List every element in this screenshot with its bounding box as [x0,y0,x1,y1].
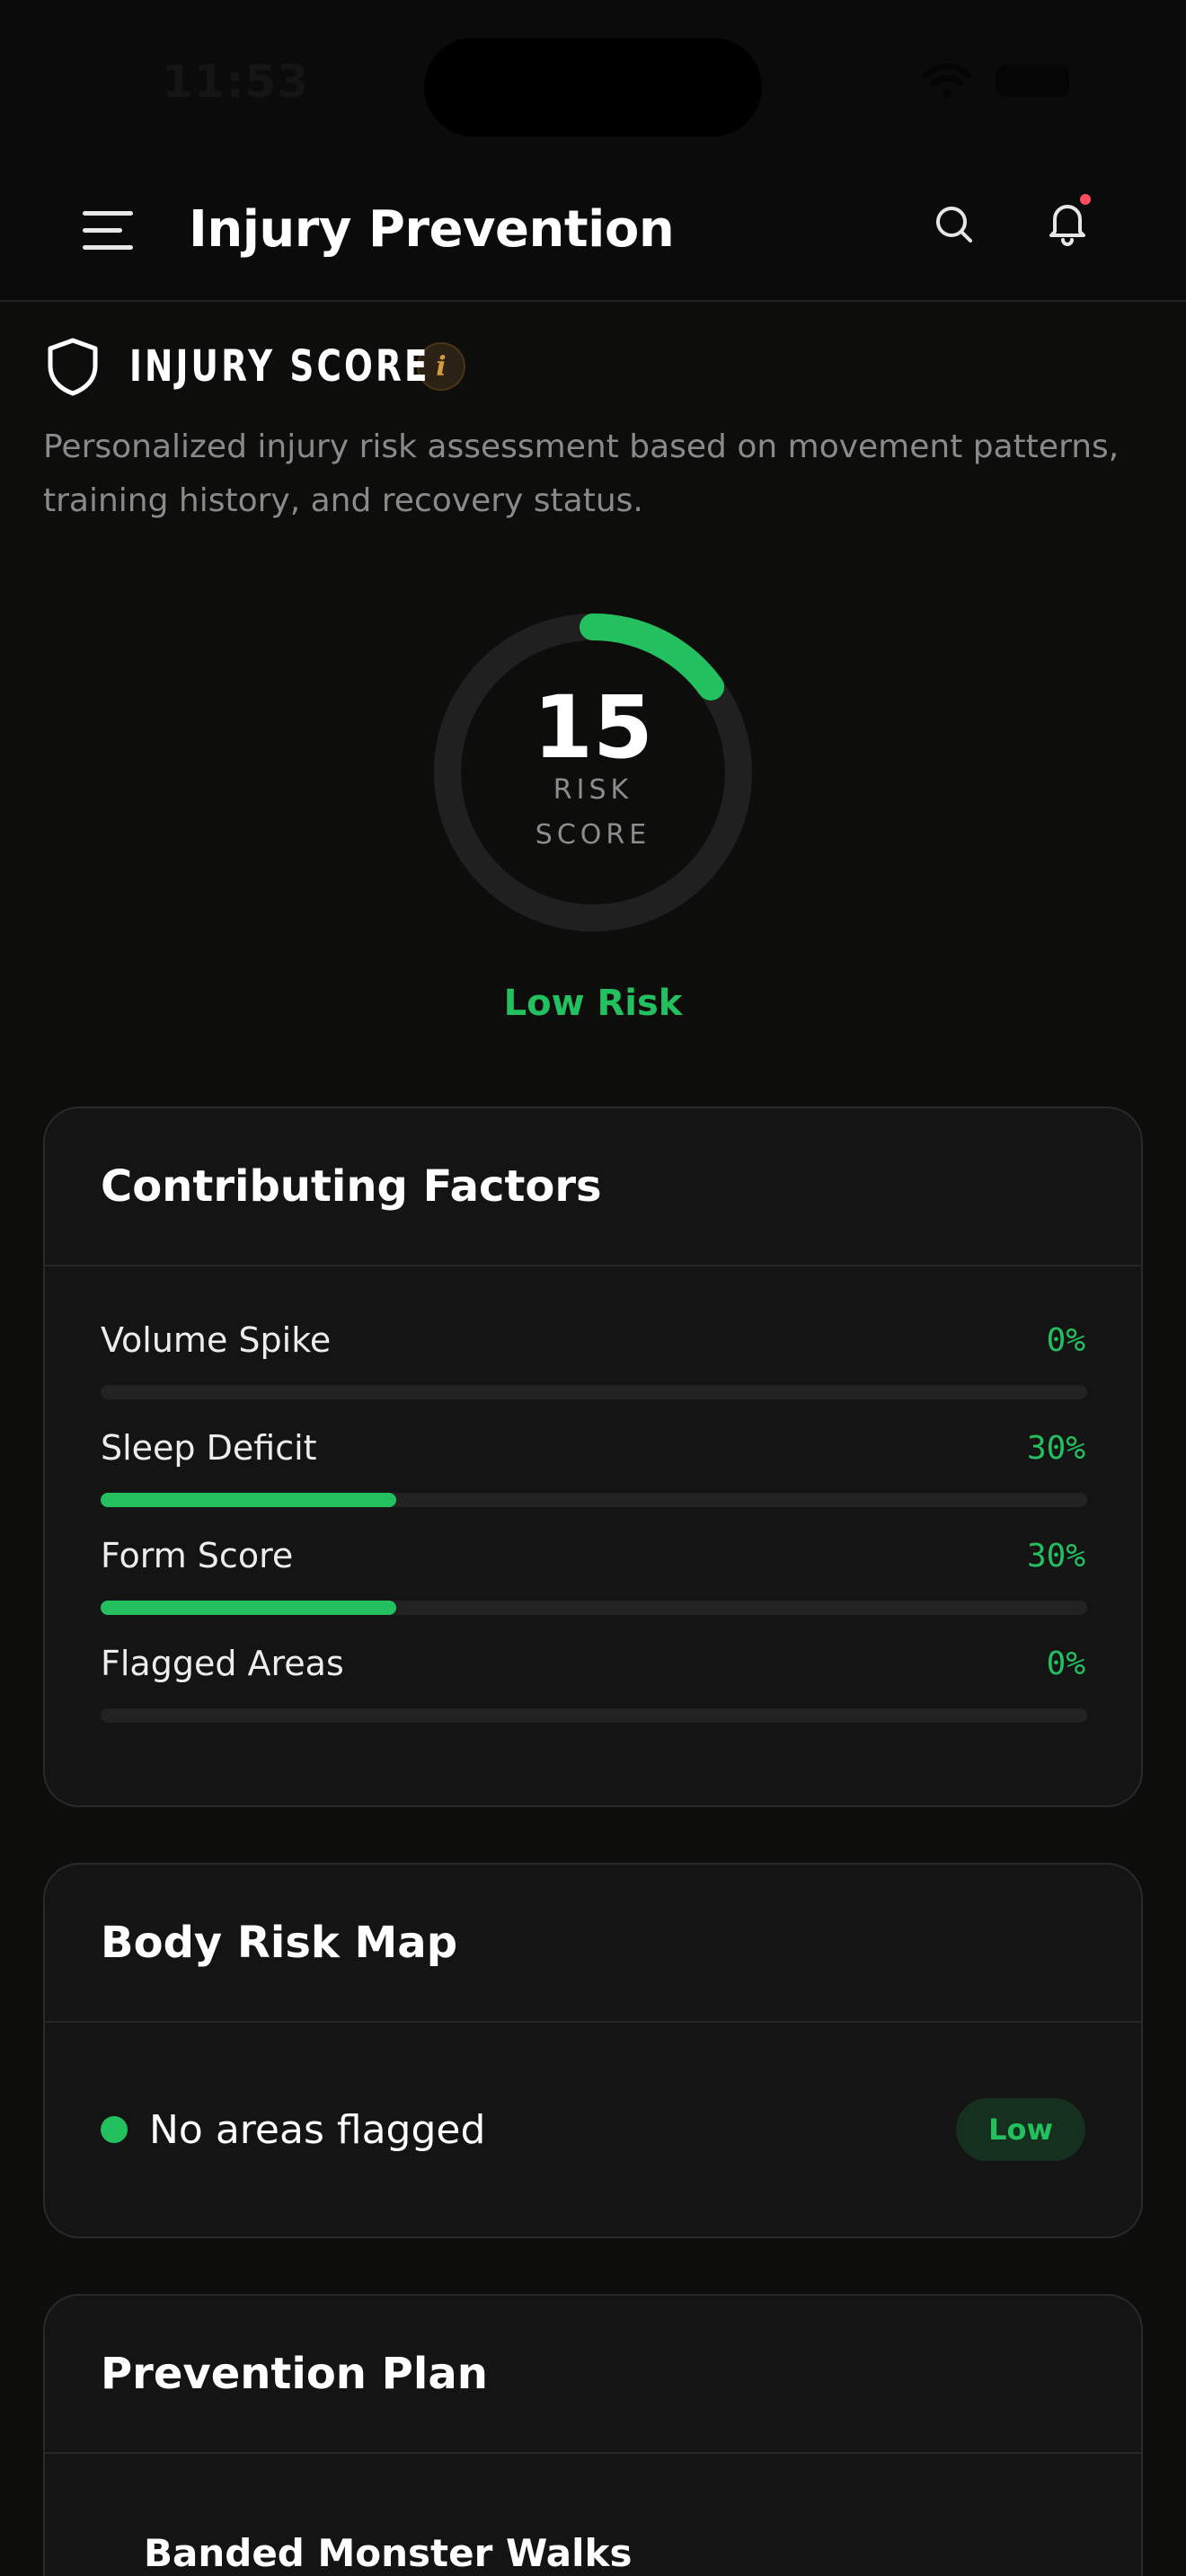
search-icon [936,207,972,243]
status-dot [101,2116,128,2143]
factors-list: Volume Spike 0% Sleep Deficit 30% Form S… [45,1266,1141,1723]
app-header: Injury Prevention [0,162,1186,302]
risk-score-value: 15 [533,677,653,778]
dynamic-island [424,38,762,137]
risk-score-gauge: 15 [431,611,755,934]
notifications-button[interactable] [1040,185,1094,260]
wifi-icon [922,63,972,98]
menu-icon-line [83,210,133,216]
card-header: Contributing Factors [45,1108,1141,1266]
risk-score-label: RISK [553,774,633,806]
factor-row: Volume Spike 0% [101,1266,1087,1399]
risk-badge: Low [956,2098,1085,2161]
search-button[interactable] [929,189,979,260]
body-risk-map-card: Body Risk Map No areas flagged Low [43,1863,1143,2238]
card-header: Body Risk Map [45,1865,1141,2023]
battery-icon [996,65,1069,97]
bell-icon [1049,205,1085,246]
body-map-status-row[interactable]: No areas flagged Low [45,2023,1141,2236]
factor-label: Volume Spike [101,1320,332,1360]
factor-row: Form Score 30% [101,1482,1087,1615]
body-map-status: No areas flagged [149,2106,486,2153]
notification-dot [1080,194,1091,205]
factor-row: Sleep Deficit 30% [101,1374,1087,1507]
factor-label: Form Score [101,1536,294,1575]
risk-score-label: SCORE [535,819,651,851]
card-title: Body Risk Map [101,1918,458,1968]
factor-label: Flagged Areas [101,1644,344,1683]
factor-value: 30% [1026,1538,1085,1575]
injury-score-description: Personalized injury risk assessment base… [43,428,1120,519]
shield-icon [48,338,98,396]
contributing-factors-card: Contributing Factors Volume Spike 0% Sle… [43,1107,1143,1807]
plan-item-title[interactable]: Banded Monster Walks [144,2531,632,2575]
injury-score-header: INJURY SCORE i [43,331,465,402]
status-bar: 11:53 [0,0,1186,162]
risk-level-text: Low Risk [503,983,683,1024]
factor-value: 0% [1046,1322,1085,1359]
factor-bar [101,1708,1087,1723]
menu-button[interactable] [83,194,146,266]
menu-icon-line [83,244,133,250]
card-header: Prevention Plan [45,2296,1141,2454]
screen: 11:53 Injury Prevention INJURY SCORE i P… [0,0,1186,2576]
factor-label: Sleep Deficit [101,1428,317,1468]
card-title: Contributing Factors [101,1161,602,1212]
card-title: Prevention Plan [101,2349,488,2399]
page-title: Injury Prevention [189,200,675,259]
injury-score-title: INJURY SCORE [129,341,430,392]
factor-row: Flagged Areas 0% [101,1590,1087,1723]
factor-value: 30% [1026,1430,1085,1467]
factor-value: 0% [1046,1645,1085,1682]
status-icons [922,63,1069,99]
menu-icon-line [83,227,122,233]
status-time: 11:53 [162,56,310,108]
